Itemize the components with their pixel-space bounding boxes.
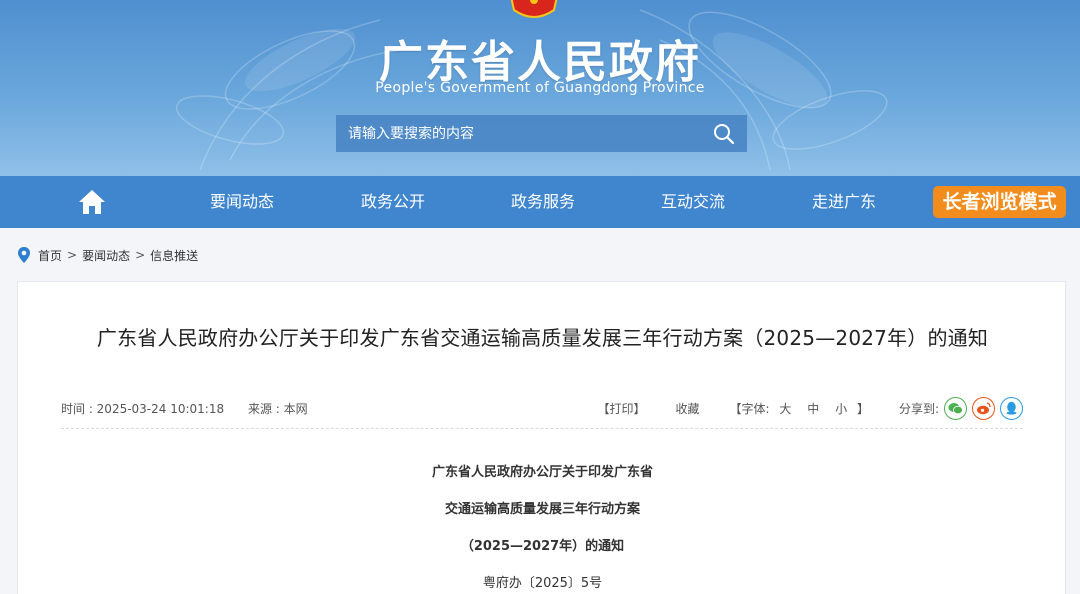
- search-input[interactable]: [336, 115, 701, 152]
- font-small-button[interactable]: 小: [835, 402, 847, 416]
- breadcrumb-separator: >: [67, 248, 78, 262]
- site-subtitle: People's Government of Guangdong Provinc…: [375, 80, 705, 96]
- font-size-control: 【字体: 大 中 小 】: [730, 400, 869, 417]
- font-large-button[interactable]: 大: [779, 402, 791, 416]
- breadcrumb-news[interactable]: 要闻动态: [82, 247, 130, 264]
- article-source: 来源 : 本网: [247, 401, 308, 416]
- favorite-button[interactable]: 收藏: [676, 400, 700, 417]
- location-pin-icon: [18, 247, 30, 263]
- meta-divider: [61, 428, 1023, 429]
- publish-time: 时间 : 2025-03-24 10:01:18: [61, 401, 225, 416]
- elder-mode-button[interactable]: 长者浏览模式: [933, 186, 1066, 218]
- main-nav: 要闻动态 政务公开 政务服务 互动交流 走进广东: [0, 176, 1080, 228]
- article-meta: 时间 : 2025-03-24 10:01:18 来源 : 本网 【打印】 收藏…: [61, 396, 1023, 420]
- wechat-icon[interactable]: [944, 396, 967, 420]
- home-icon[interactable]: [78, 189, 106, 215]
- search-button[interactable]: [701, 115, 747, 152]
- search-icon: [714, 123, 735, 144]
- doc-heading-line-1: 广东省人民政府办公厅关于印发广东省: [431, 465, 653, 480]
- nav-item-gov-services[interactable]: 政务服务: [483, 176, 603, 228]
- doc-number: 粤府办〔2025〕5号: [482, 576, 603, 591]
- article-title: 广东省人民政府办公厅关于印发广东省交通运输高质量发展三年行动方案（2025—20…: [96, 326, 989, 350]
- breadcrumb-home[interactable]: 首页: [38, 247, 62, 264]
- nav-item-interaction[interactable]: 互动交流: [633, 176, 753, 228]
- nav-item-gov-affairs-open[interactable]: 政务公开: [333, 176, 453, 228]
- breadcrumb-separator: >: [135, 248, 146, 262]
- emblem-icon: [510, 0, 558, 18]
- nav-item-news[interactable]: 要闻动态: [182, 176, 302, 228]
- breadcrumb: 首页 > 要闻动态 > 信息推送: [17, 245, 198, 265]
- breadcrumb-info-push[interactable]: 信息推送: [150, 247, 198, 264]
- doc-heading-line-2: 交通运输高质量发展三年行动方案: [444, 502, 640, 517]
- qq-icon[interactable]: [1000, 396, 1023, 420]
- header-banner: 广东省人民政府 People's Government of Guangdong…: [0, 0, 1080, 176]
- weibo-icon[interactable]: [972, 396, 995, 420]
- font-size-close: 】: [856, 401, 869, 416]
- doc-heading-line-3: （2025—2027年）的通知: [460, 539, 625, 554]
- print-button[interactable]: 【打印】: [598, 400, 646, 417]
- nav-item-about-guangdong[interactable]: 走进广东: [784, 176, 904, 228]
- font-size-label: 【字体:: [729, 401, 770, 416]
- font-medium-button[interactable]: 中: [807, 402, 819, 416]
- search-box: [336, 115, 747, 152]
- article-card: 广东省人民政府办公厅关于印发广东省交通运输高质量发展三年行动方案 （2025—20…: [17, 281, 1066, 594]
- share-label: 分享到:: [898, 401, 939, 416]
